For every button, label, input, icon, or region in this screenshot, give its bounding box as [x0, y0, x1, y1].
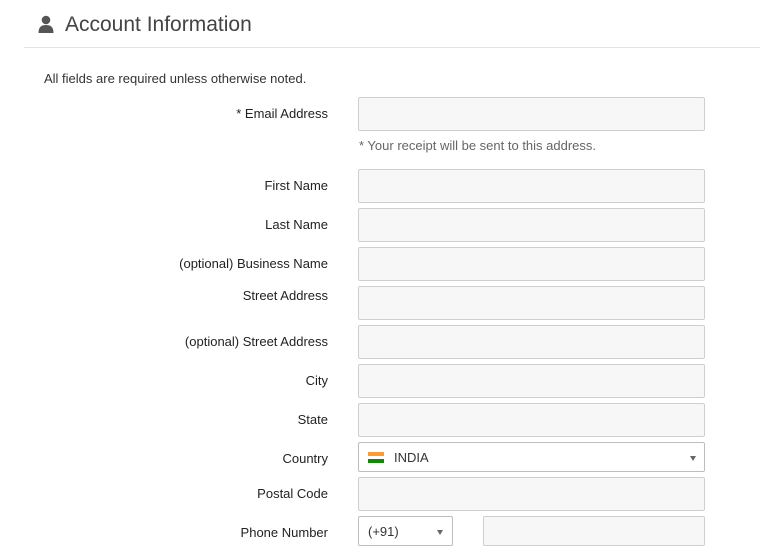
state-label: State	[297, 412, 328, 427]
city-label: City	[305, 373, 328, 388]
street-address-2-field[interactable]	[358, 325, 705, 359]
chevron-down-icon	[690, 456, 696, 461]
country-label: Country	[282, 451, 328, 466]
email-hint: * Your receipt will be sent to this addr…	[359, 138, 597, 153]
postal-code-label: Postal Code	[257, 486, 328, 501]
user-icon	[38, 15, 54, 33]
account-information-page: Account Information All fields are requi…	[0, 0, 760, 560]
chevron-down-icon	[437, 530, 443, 535]
email-field[interactable]	[358, 97, 705, 131]
phone-number-field[interactable]	[483, 516, 705, 546]
last-name-label: Last Name	[265, 217, 328, 232]
country-select[interactable]: INDIA	[358, 442, 705, 472]
email-label: * Email Address	[236, 106, 328, 121]
postal-code-field[interactable]	[358, 477, 705, 511]
street-address-2-label: (optional) Street Address	[184, 334, 328, 349]
country-selected-value: INDIA	[394, 450, 429, 465]
section-title: Account Information	[65, 13, 252, 36]
state-field[interactable]	[358, 403, 705, 437]
street-address-field[interactable]	[358, 286, 705, 320]
phone-country-code-value: (+91)	[368, 524, 399, 539]
first-name-field[interactable]	[358, 169, 705, 203]
city-field[interactable]	[358, 364, 705, 398]
business-name-field[interactable]	[358, 247, 705, 281]
section-header: Account Information	[24, 0, 760, 48]
last-name-field[interactable]	[358, 208, 705, 242]
business-name-label: (optional) Business Name	[179, 256, 328, 271]
india-flag-icon	[368, 452, 384, 464]
required-fields-note: All fields are required unless otherwise…	[44, 71, 307, 86]
phone-number-label: Phone Number	[240, 525, 328, 540]
phone-country-code-select[interactable]: (+91)	[358, 516, 453, 546]
street-address-label: Street Address	[242, 288, 328, 303]
first-name-label: First Name	[264, 178, 328, 193]
